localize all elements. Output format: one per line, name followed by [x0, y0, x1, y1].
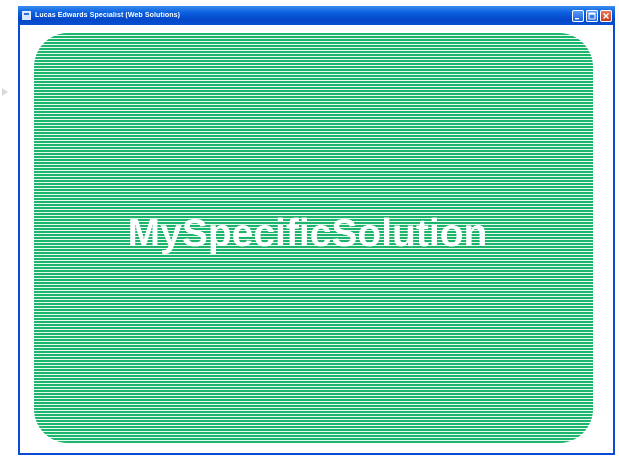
maximize-icon — [588, 12, 596, 19]
close-button[interactable] — [600, 9, 612, 22]
app-window: Lucas Edwards Specialist (Web Solutions) — [18, 6, 615, 455]
window-title: Lucas Edwards Specialist (Web Solutions) — [35, 12, 181, 19]
side-arrow-icon — [2, 88, 8, 96]
slide-title: MySpecificSolution — [127, 212, 488, 255]
minimize-button[interactable] — [572, 9, 584, 22]
window-client-area: MySpecificSolution — [20, 25, 613, 453]
close-icon — [603, 12, 609, 19]
slide-panel: MySpecificSolution — [34, 33, 593, 443]
title-bar[interactable]: Lucas Edwards Specialist (Web Solutions) — [18, 6, 615, 25]
app-icon — [21, 11, 31, 21]
maximize-button[interactable] — [586, 9, 598, 22]
window-controls — [572, 9, 612, 22]
minimize-icon — [575, 17, 579, 19]
screen: Lucas Edwards Specialist (Web Solutions) — [0, 0, 619, 457]
